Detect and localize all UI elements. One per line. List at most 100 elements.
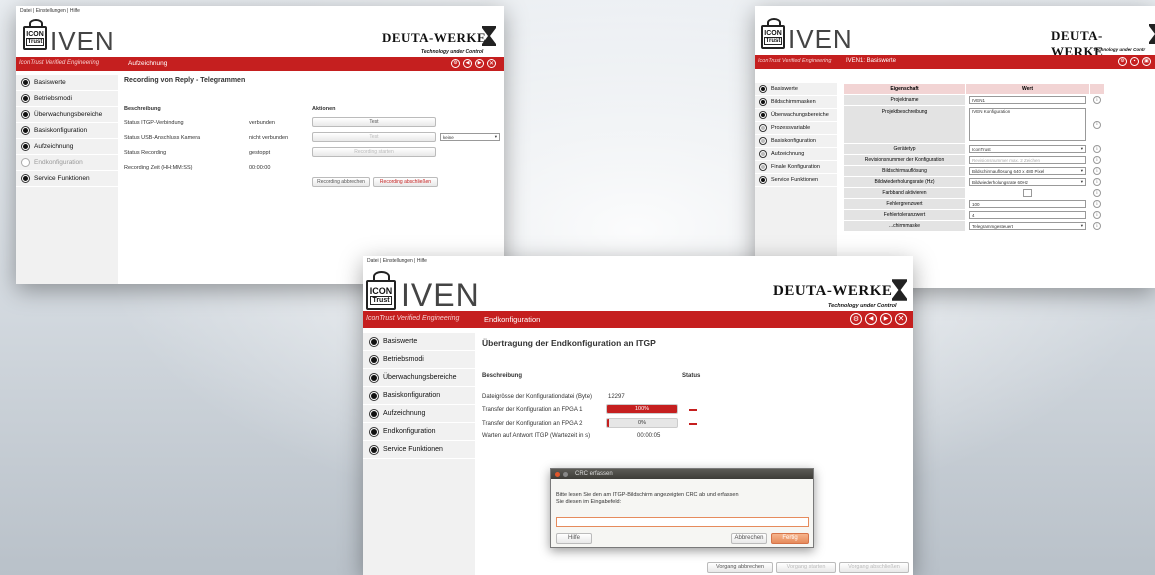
camera-select[interactable]: keine ▾ <box>440 133 500 141</box>
row-value: gestoppt <box>249 150 271 156</box>
sidebar-item-label: Basiswerte <box>34 79 66 86</box>
sidebar-item-prozessvariable[interactable]: Prozessvariable <box>755 122 837 135</box>
sidebar-item-label: Basiswerte <box>383 338 418 345</box>
info-icon[interactable]: i <box>1093 222 1101 230</box>
value-field[interactable]: IVEN Konfiguration <box>969 108 1086 141</box>
value-field[interactable]: 4 <box>969 211 1086 219</box>
content: Recording von Reply - Telegrammen Beschr… <box>124 77 500 277</box>
nav-buttons: ⚙ ◀ ▶ ✕ <box>451 59 496 68</box>
back-icon[interactable]: ◀ <box>865 313 877 325</box>
value-field[interactable]: IVEN1 <box>969 96 1086 104</box>
vorgang-start-button[interactable]: Vorgang starten <box>776 562 836 573</box>
settings-icon[interactable]: ⚙ <box>1118 57 1127 66</box>
table-row: Gerätetyp IconTrust ▾ i <box>843 143 1105 155</box>
info-icon[interactable]: i <box>1093 178 1101 186</box>
info-icon[interactable]: i <box>1093 200 1101 208</box>
checkbox[interactable] <box>1023 189 1032 197</box>
info-icon[interactable]: i <box>1093 167 1101 175</box>
info-icon[interactable]: i <box>1093 156 1101 164</box>
sidebar-item--berwachungsbereiche[interactable]: Überwachungsbereiche <box>363 369 475 387</box>
back-icon[interactable]: ◀ <box>463 59 472 68</box>
info-icon[interactable]: i <box>1093 189 1101 197</box>
settings-icon[interactable]: ⚙ <box>451 59 460 68</box>
chevron-down-icon: ▾ <box>1080 168 1083 173</box>
sidebar-item-endkonfiguration[interactable]: Endkonfiguration <box>363 423 475 441</box>
close-icon[interactable]: ✕ <box>487 59 496 68</box>
table-row: Bildschirmauflösung Bildschirmauflösung 6… <box>843 165 1105 177</box>
info-cell: i <box>1089 198 1105 210</box>
sidebar-item--berwachungsbereiche[interactable]: Überwachungsbereiche <box>16 107 118 123</box>
fpga1-status-icon <box>689 409 697 411</box>
recording-finish-button[interactable]: Recording abschließen <box>373 177 438 187</box>
cancel-button[interactable]: Abbrechen <box>731 533 767 544</box>
property-label: Revisionsnummer der Konfiguration <box>843 154 966 166</box>
sidebar-item-bildschirmmasken[interactable]: Bildschirmmasken <box>755 96 837 109</box>
sidebar-item-basiswerte[interactable]: Basiswerte <box>16 75 118 91</box>
sidebar-item-basiskonfiguration[interactable]: Basiskonfiguration <box>363 387 475 405</box>
sidebar-item-aufzeichnung[interactable]: Aufzeichnung <box>363 405 475 423</box>
value-field[interactable]: IconTrust ▾ <box>969 145 1086 153</box>
table-row: ...chirmmaske Telegrammgesteuert ▾ i <box>843 220 1105 232</box>
radio-icon <box>759 85 767 93</box>
recording-start-button[interactable]: Recording starten <box>312 147 436 157</box>
info-icon[interactable]: i <box>1093 120 1101 129</box>
row-label: Warten auf Antwort ITGP (Wartezeit in s) <box>482 433 591 439</box>
vorgang-abort-button[interactable]: Vorgang abbrechen <box>707 562 773 573</box>
col-property-header: Eigenschaft <box>843 83 966 95</box>
sidebar-item-service-funktionen[interactable]: Service Funktionen <box>755 174 837 187</box>
deuta-brand: DEUTA-WERKE <box>382 30 487 45</box>
menubar[interactable]: Datei | Einstellungen | Hilfe <box>16 6 504 16</box>
value-text: IVEN Konfiguration <box>972 109 1011 114</box>
forward-icon[interactable]: ▶ <box>880 313 892 325</box>
sidebar-item-label: Betriebsmodi <box>383 356 424 363</box>
close-icon[interactable] <box>555 471 560 477</box>
radio-icon <box>21 158 30 167</box>
settings-icon[interactable]: ⚙ <box>850 313 862 325</box>
value-field[interactable]: Telegrammgesteuert ▾ <box>969 222 1086 230</box>
info-icon[interactable]: i <box>1093 211 1101 219</box>
menubar[interactable]: Datei | Einstellungen | Hilfe <box>363 256 913 266</box>
vorgang-finish-button[interactable]: Vorgang abschließen <box>839 562 909 573</box>
info-icon[interactable]: i <box>1093 96 1101 104</box>
dialog-titlebar: CRC erfassen <box>551 469 813 479</box>
sidebar-item-endkonfiguration[interactable]: Endkonfiguration <box>16 155 118 171</box>
value-field[interactable]: Revisionsnummer max. 2 Zeichen <box>969 156 1086 164</box>
chevron-down-icon: ▾ <box>1080 223 1083 228</box>
sidebar-item-aufzeichnung[interactable]: Aufzeichnung <box>755 148 837 161</box>
value-cell: IVEN Konfiguration <box>965 105 1090 144</box>
sidebar-item-betriebsmodi[interactable]: Betriebsmodi <box>16 91 118 107</box>
chevron-down-icon: ▾ <box>1080 146 1083 151</box>
minimize-icon[interactable] <box>563 471 568 477</box>
table-row: Fehlergrenzwert 100 i <box>843 198 1105 210</box>
forward-icon[interactable]: ▶ <box>475 59 484 68</box>
page-heading: Recording von Reply - Telegrammen <box>124 77 246 84</box>
sidebar-item-finale-konfiguration[interactable]: Finale Konfiguration <box>755 161 837 174</box>
sidebar-item-basiskonfiguration[interactable]: Basiskonfiguration <box>16 123 118 139</box>
value-field[interactable]: Bildschirmauflösung 640 x 480 Pixel ▾ <box>969 167 1086 175</box>
recording-abort-button[interactable]: Recording abbrechen <box>312 177 370 187</box>
save-icon[interactable]: ▪ <box>1130 57 1139 66</box>
disk-icon[interactable]: ▣ <box>1142 57 1151 66</box>
info-icon[interactable]: i <box>1093 145 1101 153</box>
close-icon[interactable]: ✕ <box>895 313 907 325</box>
done-button[interactable]: Fertig <box>771 533 809 544</box>
sidebar-item-label: Service Funktionen <box>771 177 819 183</box>
property-label: Farbband aktivieren <box>843 187 966 199</box>
test-camera-button[interactable]: Test <box>312 132 436 142</box>
row-value: 12297 <box>608 394 625 400</box>
logo-trust-text: Trust <box>25 37 45 46</box>
sidebar-item-service-funktionen[interactable]: Service Funktionen <box>16 171 118 187</box>
crc-input[interactable] <box>556 517 809 527</box>
value-field[interactable]: 100 <box>969 200 1086 208</box>
sidebar-item-basiswerte[interactable]: Basiswerte <box>363 333 475 351</box>
sidebar-item-aufzeichnung[interactable]: Aufzeichnung <box>16 139 118 155</box>
sidebar-item-basiskonfiguration[interactable]: Basiskonfiguration <box>755 135 837 148</box>
sidebar-item-betriebsmodi[interactable]: Betriebsmodi <box>363 351 475 369</box>
sidebar-item-service-funktionen[interactable]: Service Funktionen <box>363 441 475 459</box>
value-field[interactable]: Bildwiederholungsrate 60Hz ▾ <box>969 178 1086 186</box>
fpga1-progress-text: 100% <box>634 406 650 412</box>
test-itgp-button[interactable]: Test <box>312 117 436 127</box>
sidebar-item-basiswerte[interactable]: Basiswerte <box>755 83 837 96</box>
sidebar-item--berwachungsbereiche[interactable]: Überwachungsbereiche <box>755 109 837 122</box>
help-button[interactable]: Hilfe <box>556 533 592 544</box>
